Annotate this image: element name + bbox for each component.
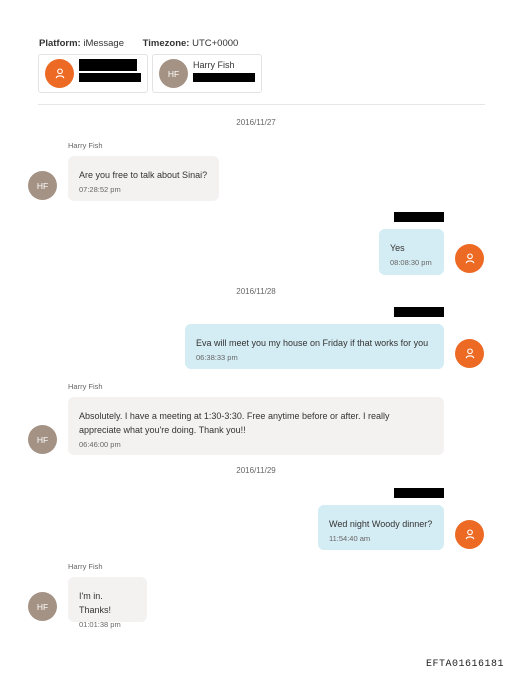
message-text: Are you free to talk about Sinai? bbox=[79, 170, 208, 180]
avatar bbox=[455, 520, 484, 549]
participant-name: Harry Fish bbox=[193, 60, 235, 70]
avatar bbox=[455, 244, 484, 273]
redaction-bar bbox=[394, 212, 444, 222]
timezone-label: Timezone: bbox=[142, 38, 190, 49]
message-time: 11:54:40 am bbox=[329, 534, 371, 543]
participant-card-contact: HF Harry Fish bbox=[152, 54, 262, 93]
document-id: EFTA01616181 bbox=[425, 659, 504, 670]
conversation-meta: Platform: iMessage Timezone: UTC+0000 bbox=[39, 38, 238, 49]
message-text: Yes bbox=[390, 243, 405, 253]
message-bubble-incoming[interactable]: I'm in. Thanks! 01:01:38 pm bbox=[68, 577, 147, 629]
avatar: HF bbox=[159, 59, 188, 88]
message-text: Eva will meet you my house on Friday if … bbox=[196, 338, 429, 348]
platform-value: iMessage bbox=[83, 38, 125, 49]
avatar bbox=[455, 339, 484, 368]
message-time: 06:46:00 pm bbox=[79, 440, 121, 449]
message-time: 01:01:38 pm bbox=[79, 620, 121, 629]
message-bubble-outgoing[interactable]: Eva will meet you my house on Friday if … bbox=[185, 324, 444, 369]
message-time: 08:08:30 pm bbox=[390, 258, 432, 267]
message-text: I'm in. Thanks! bbox=[79, 591, 112, 615]
person-icon bbox=[465, 348, 474, 359]
redaction-bar bbox=[394, 488, 444, 498]
platform-label: Platform: bbox=[39, 38, 81, 49]
date-separator: 2016/11/28 bbox=[236, 287, 276, 296]
avatar: HF bbox=[28, 171, 57, 200]
header-divider bbox=[38, 104, 485, 105]
sender-name: Harry Fish bbox=[68, 141, 103, 150]
message-time: 06:38:33 pm bbox=[196, 353, 238, 362]
sender-name: Harry Fish bbox=[68, 562, 103, 571]
message-text: Wed night Woody dinner? bbox=[329, 519, 433, 529]
participant-card-owner bbox=[38, 54, 148, 93]
person-icon bbox=[465, 253, 474, 264]
redaction-bar bbox=[193, 73, 255, 82]
redaction-bar bbox=[79, 59, 137, 71]
avatar: HF bbox=[28, 425, 57, 454]
person-icon bbox=[465, 529, 474, 540]
redaction-bar bbox=[79, 73, 141, 82]
redaction-bar bbox=[394, 307, 444, 317]
message-bubble-incoming[interactable]: Are you free to talk about Sinai? 07:28:… bbox=[68, 156, 219, 201]
avatar: HF bbox=[28, 592, 57, 621]
sender-name: Harry Fish bbox=[68, 382, 103, 391]
person-icon bbox=[55, 68, 64, 79]
message-text: Absolutely. I have a meeting at 1:30-3:3… bbox=[79, 411, 390, 435]
message-bubble-incoming[interactable]: Absolutely. I have a meeting at 1:30-3:3… bbox=[68, 397, 444, 455]
message-time: 07:28:52 pm bbox=[79, 185, 121, 194]
avatar bbox=[45, 59, 74, 88]
date-separator: 2016/11/27 bbox=[236, 118, 276, 127]
message-bubble-outgoing[interactable]: Wed night Woody dinner? 11:54:40 am bbox=[318, 505, 444, 550]
message-bubble-outgoing[interactable]: Yes 08:08:30 pm bbox=[379, 229, 444, 275]
timezone-value: UTC+0000 bbox=[192, 38, 239, 49]
date-separator: 2016/11/29 bbox=[236, 466, 276, 475]
